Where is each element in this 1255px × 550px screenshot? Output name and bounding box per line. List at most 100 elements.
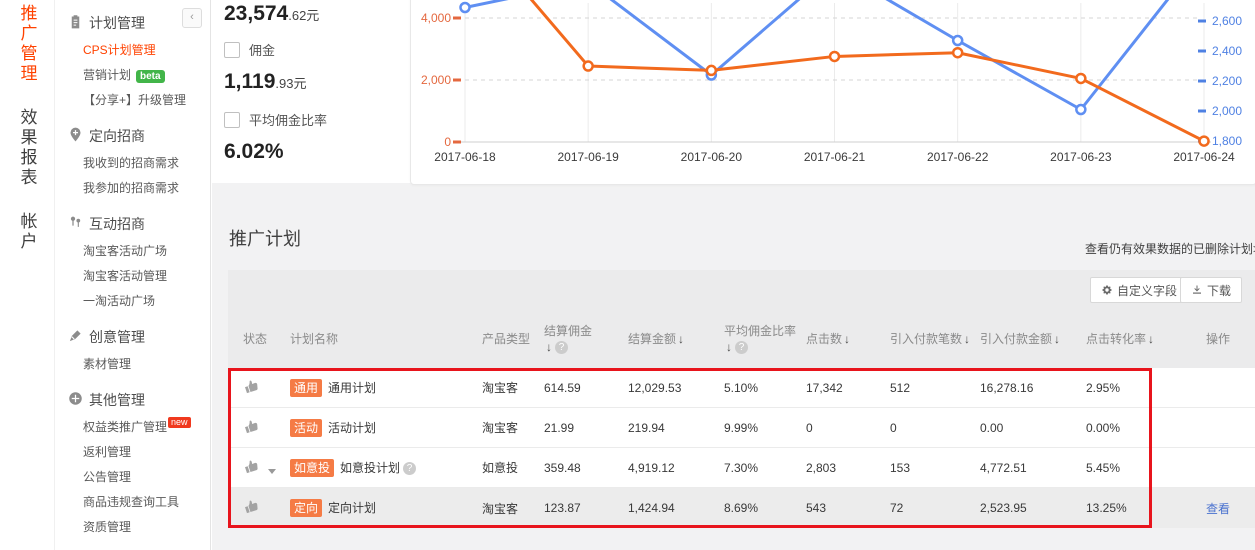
cell-product: 淘宝客 [482, 419, 544, 436]
stats-panel: 23,574.62元 佣金 1,119.93元 平均佣金比率 6.02% [224, 2, 404, 164]
sidebar-group-header-4[interactable]: 其他管理 [55, 385, 210, 415]
settle-amount-value: 23,574.62元 [224, 2, 404, 26]
sort-arrow[interactable]: ↓ [678, 332, 684, 346]
cell-name: 通用通用计划 [290, 379, 482, 397]
sidebar-item-淘宝客活动广场[interactable]: 淘宝客活动广场 [55, 239, 210, 264]
status-thumb-icon[interactable] [243, 418, 260, 435]
status-thumb-icon[interactable] [243, 498, 260, 515]
sort-arrow[interactable]: ↓ [726, 340, 732, 354]
sidebar-item-营销计划[interactable]: 营销计划beta [55, 63, 210, 88]
column-header-action: 操作 [1196, 331, 1255, 347]
sidebar-group-header-3[interactable]: 创意管理 [55, 322, 210, 352]
svg-text:2017-06-23: 2017-06-23 [1050, 150, 1112, 164]
plan-name[interactable]: 定向计划 [328, 501, 376, 515]
customize-fields-button[interactable]: 自定义字段 [1090, 277, 1188, 303]
svg-text:0: 0 [444, 135, 451, 149]
trend-chart-card: 02,0004,0002,6002,4002,2002,0001,8002017… [410, 0, 1255, 185]
sidebar-item-我参加的招商需求[interactable]: 我参加的招商需求 [55, 176, 210, 201]
plan-name[interactable]: 如意投计划 [340, 461, 400, 475]
help-icon[interactable]: ? [735, 341, 748, 354]
commission-checkbox[interactable] [224, 42, 240, 58]
cell-name: 活动活动计划 [290, 419, 482, 437]
vnav-item-帐户[interactable]: 帐户 [15, 212, 40, 252]
cell-settle_commission: 21.99 [544, 421, 628, 435]
avg-rate-checkbox-row: 平均佣金比率 [224, 110, 404, 129]
cell-pay_amount: 4,772.51 [980, 461, 1086, 475]
table-header-row: 状态计划名称产品类型结算佣金↓?结算金额↓平均佣金比率↓?点击数↓引入付款笔数↓… [228, 310, 1255, 368]
vnav-item-推广管理[interactable]: 推广管理 [15, 4, 40, 84]
cell-ctr: 5.45% [1086, 461, 1196, 475]
cell-pay_count: 72 [890, 501, 980, 515]
column-header-settle_commission[interactable]: 结算佣金↓? [544, 323, 628, 355]
help-icon[interactable]: ? [555, 341, 568, 354]
sidebar-item-权益类推广管理[interactable]: 权益类推广管理new [55, 415, 210, 440]
svg-text:2,000: 2,000 [1212, 104, 1242, 118]
view-link[interactable]: 查看 [1196, 502, 1230, 516]
cell-clicks: 0 [806, 421, 890, 435]
sidebar-item-公告管理[interactable]: 公告管理 [55, 465, 210, 490]
avg-rate-checkbox[interactable] [224, 112, 240, 128]
sidebar-group-4: 其他管理权益类推广管理new返利管理公告管理商品违规查询工具资质管理 [55, 385, 210, 540]
sidebar-item-我收到的招商需求[interactable]: 我收到的招商需求 [55, 151, 210, 176]
table-toolbar: 自定义字段 下载 [228, 270, 1255, 310]
svg-text:2017-06-19: 2017-06-19 [557, 150, 619, 164]
cell-settle_amount: 219.94 [628, 421, 724, 435]
svg-text:2,000: 2,000 [421, 73, 451, 87]
sidebar-item-资质管理[interactable]: 资质管理 [55, 515, 210, 540]
cell-avg_rate: 9.99% [724, 421, 806, 435]
column-header-clicks[interactable]: 点击数↓ [806, 331, 890, 347]
cell-clicks: 2,803 [806, 461, 890, 475]
column-header-settle_amount[interactable]: 结算金额↓ [628, 331, 724, 347]
sort-arrow[interactable]: ↓ [964, 332, 970, 346]
sort-arrow[interactable]: ↓ [1054, 332, 1060, 346]
sidebar-item-商品违规查询工具[interactable]: 商品违规查询工具 [55, 490, 210, 515]
sidebar-item-CPS计划管理[interactable]: CPS计划管理 [55, 38, 210, 63]
column-header-pay_count[interactable]: 引入付款笔数↓ [890, 331, 980, 347]
column-header-pay_amount[interactable]: 引入付款金额↓ [980, 331, 1086, 347]
sidebar-groups: 计划管理 CPS计划管理营销计划beta【分享+】升级管理定向招商我收到的招商需求… [55, 8, 210, 540]
plan-name[interactable]: 活动计划 [328, 421, 376, 435]
cell-settle_commission: 359.48 [544, 461, 628, 475]
cell-avg_rate: 5.10% [724, 381, 806, 395]
cell-clicks: 17,342 [806, 381, 890, 395]
status-thumb-icon[interactable] [243, 378, 260, 395]
cell-settle_commission: 123.87 [544, 501, 628, 515]
cell-settle_commission: 614.59 [544, 381, 628, 395]
commission-label: 佣金 [249, 40, 275, 59]
new-badge: new [168, 417, 191, 428]
sidebar-item-淘宝客活动管理[interactable]: 淘宝客活动管理 [55, 264, 210, 289]
plan-name[interactable]: 通用计划 [328, 381, 376, 395]
table-row: 如意投如意投计划?如意投359.484,919.127.30%2,8031534… [228, 448, 1255, 488]
status-thumb-icon[interactable] [243, 458, 260, 475]
column-header-ctr[interactable]: 点击转化率↓ [1086, 331, 1196, 347]
avg-rate-value: 6.02% [224, 140, 404, 164]
commission-checkbox-row: 佣金 [224, 40, 404, 59]
vnav-item-效果报表[interactable]: 效果报表 [15, 108, 40, 188]
sidebar-group-1: 定向招商我收到的招商需求我参加的招商需求 [55, 121, 210, 201]
commission-value: 1,119.93元 [224, 70, 404, 94]
cell-settle_amount: 4,919.12 [628, 461, 724, 475]
plan-type-badge: 活动 [290, 419, 322, 437]
sidebar-item-【分享+】升级管理[interactable]: 【分享+】升级管理 [55, 88, 210, 113]
sort-arrow[interactable]: ↓ [1148, 332, 1154, 346]
sidebar-group-label: 计划管理 [89, 13, 145, 33]
sidebar-group-label: 互动招商 [89, 214, 145, 234]
sort-arrow[interactable]: ↓ [844, 332, 850, 346]
sidebar-item-一淘活动广场[interactable]: 一淘活动广场 [55, 289, 210, 314]
help-icon[interactable]: ? [403, 462, 416, 475]
plus-circle-icon [68, 391, 83, 409]
sidebar-collapse-button[interactable]: ‹ [182, 8, 202, 28]
sort-arrow[interactable]: ↓ [546, 340, 552, 354]
sidebar-group-header-1[interactable]: 定向招商 [55, 121, 210, 151]
cell-product: 淘宝客 [482, 500, 544, 517]
column-header-avg_rate[interactable]: 平均佣金比率↓? [724, 323, 806, 355]
sidebar-group-2: 互动招商淘宝客活动广场淘宝客活动管理一淘活动广场 [55, 209, 210, 314]
sidebar-item-素材管理[interactable]: 素材管理 [55, 352, 210, 377]
sidebar-item-返利管理[interactable]: 返利管理 [55, 440, 210, 465]
chevron-down-icon[interactable] [268, 469, 276, 474]
beta-badge: beta [136, 70, 165, 83]
deleted-plans-link[interactable]: 查看仍有效果数据的已删除计划>> [1085, 240, 1255, 257]
sidebar-group-header-2[interactable]: 互动招商 [55, 209, 210, 239]
download-button[interactable]: 下载 [1180, 277, 1242, 303]
sidebar-group-label: 创意管理 [89, 327, 145, 347]
